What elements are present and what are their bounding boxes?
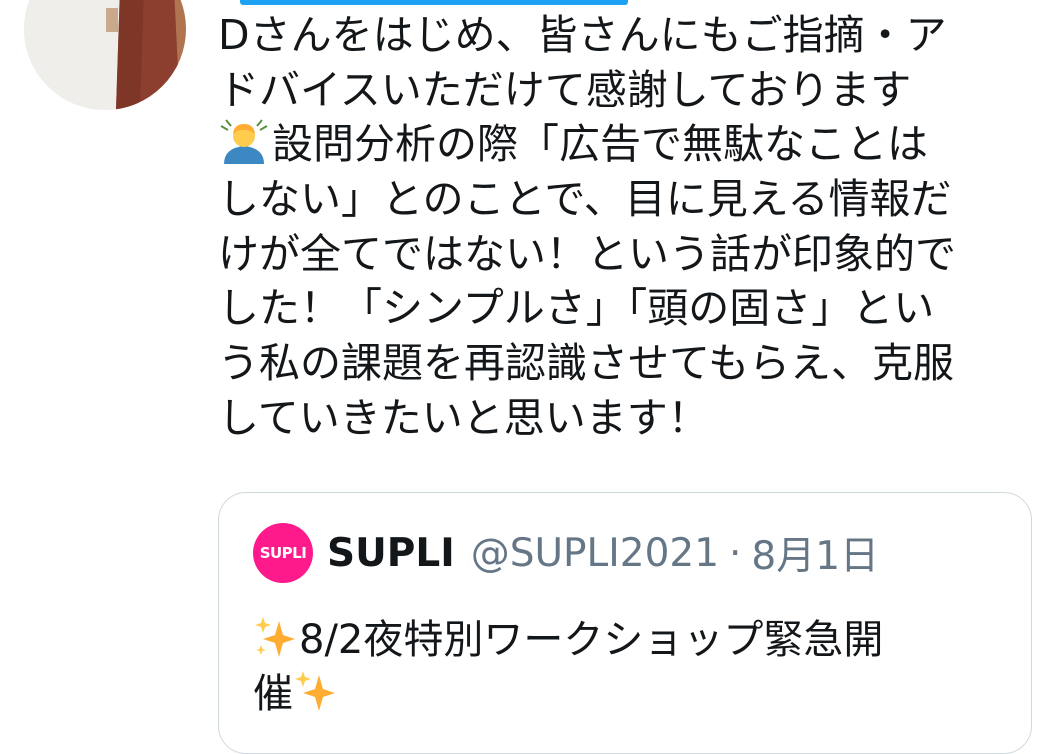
sparkles-emoji-icon: [293, 669, 337, 727]
quoted-tweet-card[interactable]: SUPLI SUPLI @SUPLI2021 · 8月1日 8/2夜特別ワークシ…: [218, 492, 1032, 754]
tweet-line: ドバイスいただけて感謝しております: [218, 65, 912, 114]
tweet-line: しない」とのことで、目に見える情報だ: [218, 175, 952, 224]
tweet-text: Dさんをはじめ、皆さんにもご指摘・ア ドバイスいただけて感謝しております 設問分…: [218, 8, 1018, 446]
tweet-line: う私の課題を再認識させてもらえ、克服: [218, 339, 954, 388]
sparkles-emoji-icon: [253, 615, 297, 673]
quoted-line-text: 8/2夜特別ワークショップ緊急開: [299, 617, 884, 663]
header-separator: ·: [729, 530, 742, 576]
supli-avatar[interactable]: SUPLI: [253, 523, 313, 583]
quoted-line: 催: [253, 667, 1013, 721]
tweet-line-text: 設問分析の際「広告で無駄なことは: [272, 120, 928, 169]
loading-progress-bar: [240, 0, 628, 5]
quoted-line: 8/2夜特別ワークショップ緊急開: [253, 613, 1013, 667]
tweet-line: けが全てではない！という話が印象的で: [218, 229, 956, 278]
quoted-author-name[interactable]: SUPLI: [327, 531, 455, 576]
person-bowing-emoji-icon: [218, 118, 270, 178]
avatar[interactable]: [24, 0, 186, 110]
supli-avatar-text: SUPLI: [259, 544, 307, 562]
quoted-author-handle[interactable]: @SUPLI2021: [471, 531, 719, 576]
avatar-photo: [24, 0, 186, 110]
quoted-tweet-header: SUPLI SUPLI @SUPLI2021 · 8月1日: [253, 523, 879, 583]
tweet-line: していきたいと思います！: [218, 393, 709, 442]
tweet-line: した！「シンプルさ」「頭の固さ」とい: [218, 284, 935, 333]
tweet-line: 設問分析の際「広告で無駄なことは: [218, 117, 1018, 172]
tweet-line: Dさんをはじめ、皆さんにもご指摘・ア: [218, 11, 947, 59]
quoted-tweet-body: 8/2夜特別ワークショップ緊急開 催: [253, 613, 1013, 721]
quoted-line-text: 催: [253, 671, 293, 717]
quoted-tweet-date[interactable]: 8月1日: [751, 525, 879, 581]
